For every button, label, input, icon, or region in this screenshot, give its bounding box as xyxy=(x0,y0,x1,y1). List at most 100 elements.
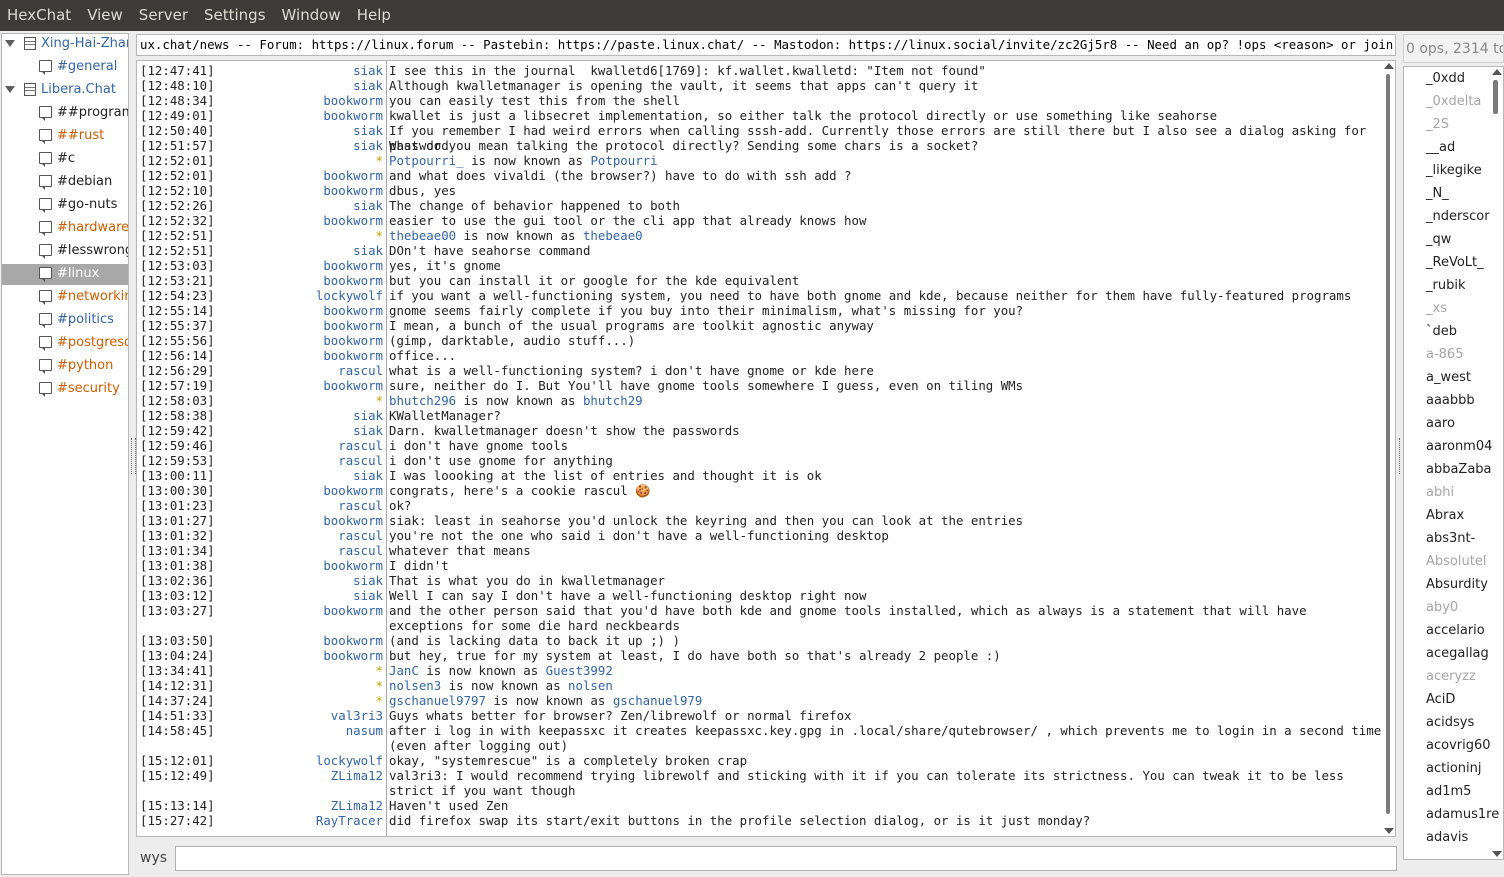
menu-window[interactable]: Window xyxy=(274,0,349,31)
chat-nick[interactable]: * xyxy=(376,678,383,693)
tree-channel[interactable]: #security xyxy=(2,379,128,400)
user-list-item[interactable]: __ad xyxy=(1426,136,1455,159)
user-list-item[interactable]: aaronm04 xyxy=(1426,435,1492,458)
tree-channel[interactable]: #postgresql xyxy=(2,333,128,354)
tree-network[interactable]: Libera.Chat xyxy=(2,80,128,101)
chat-nick[interactable]: bookworm xyxy=(323,183,383,198)
menu-view[interactable]: View xyxy=(79,0,131,31)
chat-nick[interactable]: ZLima12 xyxy=(331,798,383,813)
chat-nick[interactable]: bookworm xyxy=(323,513,383,528)
left-pane-grip[interactable] xyxy=(131,438,136,474)
chat-nick[interactable]: siak xyxy=(353,63,383,78)
tree-channel[interactable]: ##programming xyxy=(2,103,128,124)
user-list-item[interactable]: abbaZaba xyxy=(1426,458,1492,481)
expand-arrow-icon[interactable] xyxy=(5,40,15,47)
user-list-item[interactable]: `deb xyxy=(1426,320,1457,343)
chat-nick[interactable]: bookworm xyxy=(323,168,383,183)
old-nick[interactable]: bhutch296 xyxy=(389,393,456,408)
user-list-item[interactable]: acegallag xyxy=(1426,642,1489,665)
chat-nick[interactable]: siak xyxy=(353,423,383,438)
nick-button[interactable]: wys xyxy=(140,850,167,866)
user-list-item[interactable]: acovrig60 xyxy=(1426,734,1491,757)
new-nick[interactable]: thebeae0 xyxy=(583,228,643,243)
tree-channel[interactable]: #c xyxy=(2,149,128,170)
chat-nick[interactable]: * xyxy=(376,228,383,243)
user-list-item[interactable]: _N_ xyxy=(1426,182,1449,205)
new-nick[interactable]: Guest3992 xyxy=(546,663,613,678)
tree-channel[interactable]: #linux xyxy=(2,264,128,285)
scroll-down-arrow-icon[interactable] xyxy=(1492,851,1502,857)
chat-nick[interactable]: nasum xyxy=(346,723,383,738)
user-list-item[interactable]: abs3nt- xyxy=(1426,527,1475,550)
user-list-item[interactable]: a_west xyxy=(1426,366,1471,389)
user-list-item[interactable]: a-865 xyxy=(1426,343,1463,366)
user-list-item[interactable]: AciD xyxy=(1426,688,1455,711)
tree-channel[interactable]: #debian xyxy=(2,172,128,193)
new-nick[interactable]: nolsen xyxy=(568,678,613,693)
chat-nick[interactable]: rascul xyxy=(338,528,383,543)
chat-nick[interactable]: val3ri3 xyxy=(331,708,383,723)
user-list-item[interactable]: ad1m5 xyxy=(1426,780,1471,803)
user-list-item[interactable]: _2S xyxy=(1426,113,1449,136)
chat-nick[interactable]: * xyxy=(376,153,383,168)
chat-nick[interactable]: bookworm xyxy=(323,348,383,363)
user-list-item[interactable]: aby0 xyxy=(1426,596,1458,619)
scroll-up-arrow-icon[interactable] xyxy=(1384,63,1394,69)
chat-log[interactable]: [12:47:41] siak I see this in the journal … xyxy=(136,60,1396,837)
user-list-item[interactable]: Absolutel xyxy=(1426,550,1486,573)
chat-nick[interactable]: lockywolf xyxy=(316,753,383,768)
user-list-item[interactable]: _0xdelta xyxy=(1426,90,1481,113)
menu-hexchat[interactable]: HexChat xyxy=(0,0,79,31)
chat-nick[interactable]: siak xyxy=(353,468,383,483)
chat-nick[interactable]: bookworm xyxy=(323,318,383,333)
user-list-item[interactable]: adavis xyxy=(1426,826,1468,849)
tree-channel[interactable]: #go-nuts xyxy=(2,195,128,216)
old-nick[interactable]: JanC xyxy=(389,663,419,678)
menu-server[interactable]: Server xyxy=(131,0,196,31)
user-list-item[interactable]: _xs xyxy=(1426,297,1447,320)
user-list-item[interactable]: Absurdity xyxy=(1426,573,1488,596)
chat-nick[interactable]: siak xyxy=(353,573,383,588)
chat-nick[interactable]: bookworm xyxy=(323,333,383,348)
user-list-item[interactable]: _0xdd xyxy=(1426,67,1465,90)
user-list-item[interactable]: _qw xyxy=(1426,228,1451,251)
chat-nick[interactable]: bookworm xyxy=(323,483,383,498)
message-input[interactable] xyxy=(175,846,1397,871)
old-nick[interactable]: Potpourri_ xyxy=(389,153,464,168)
chat-nick[interactable]: * xyxy=(376,693,383,708)
new-nick[interactable]: gschanuel979 xyxy=(613,693,703,708)
tree-channel[interactable]: #hardware xyxy=(2,218,128,239)
chat-nick[interactable]: rascul xyxy=(338,438,383,453)
user-list-item[interactable]: _nderscor xyxy=(1426,205,1490,228)
chat-nick[interactable]: bookworm xyxy=(323,93,383,108)
tree-channel[interactable]: #politics xyxy=(2,310,128,331)
chat-nick[interactable]: bookworm xyxy=(323,303,383,318)
tree-network[interactable]: Xing-Hai-Zhan xyxy=(2,34,128,55)
tree-channel[interactable]: #general xyxy=(2,57,128,78)
chat-nick[interactable]: rascul xyxy=(338,453,383,468)
chat-nick[interactable]: bookworm xyxy=(323,558,383,573)
chat-nick[interactable]: siak xyxy=(353,198,383,213)
old-nick[interactable]: gschanuel9797 xyxy=(389,693,486,708)
user-list-item[interactable]: abhi xyxy=(1426,481,1454,504)
new-nick[interactable]: Potpourri xyxy=(590,153,657,168)
user-list-item[interactable]: aaro xyxy=(1426,412,1455,435)
user-list-item[interactable]: _likegike xyxy=(1426,159,1482,182)
chat-nick[interactable]: siak xyxy=(353,123,383,138)
chat-scrollbar[interactable] xyxy=(1381,60,1396,837)
chat-nick[interactable]: RayTracer xyxy=(316,813,383,828)
user-list-item[interactable]: aaabbb xyxy=(1426,389,1475,412)
chat-nick[interactable]: bookworm xyxy=(323,273,383,288)
old-nick[interactable]: thebeae00 xyxy=(389,228,456,243)
user-list-item[interactable]: accelario xyxy=(1426,619,1485,642)
menu-settings[interactable]: Settings xyxy=(196,0,274,31)
chat-nick[interactable]: rascul xyxy=(338,363,383,378)
scroll-thumb[interactable] xyxy=(1493,80,1498,114)
chat-nick[interactable]: * xyxy=(376,663,383,678)
chat-nick[interactable]: lockywolf xyxy=(316,288,383,303)
old-nick[interactable]: nolsen3 xyxy=(389,678,441,693)
tree-channel[interactable]: #networking xyxy=(2,287,128,308)
user-list-item[interactable]: aceryzz xyxy=(1426,665,1476,688)
new-nick[interactable]: bhutch29 xyxy=(583,393,643,408)
chat-nick[interactable]: siak xyxy=(353,138,383,153)
